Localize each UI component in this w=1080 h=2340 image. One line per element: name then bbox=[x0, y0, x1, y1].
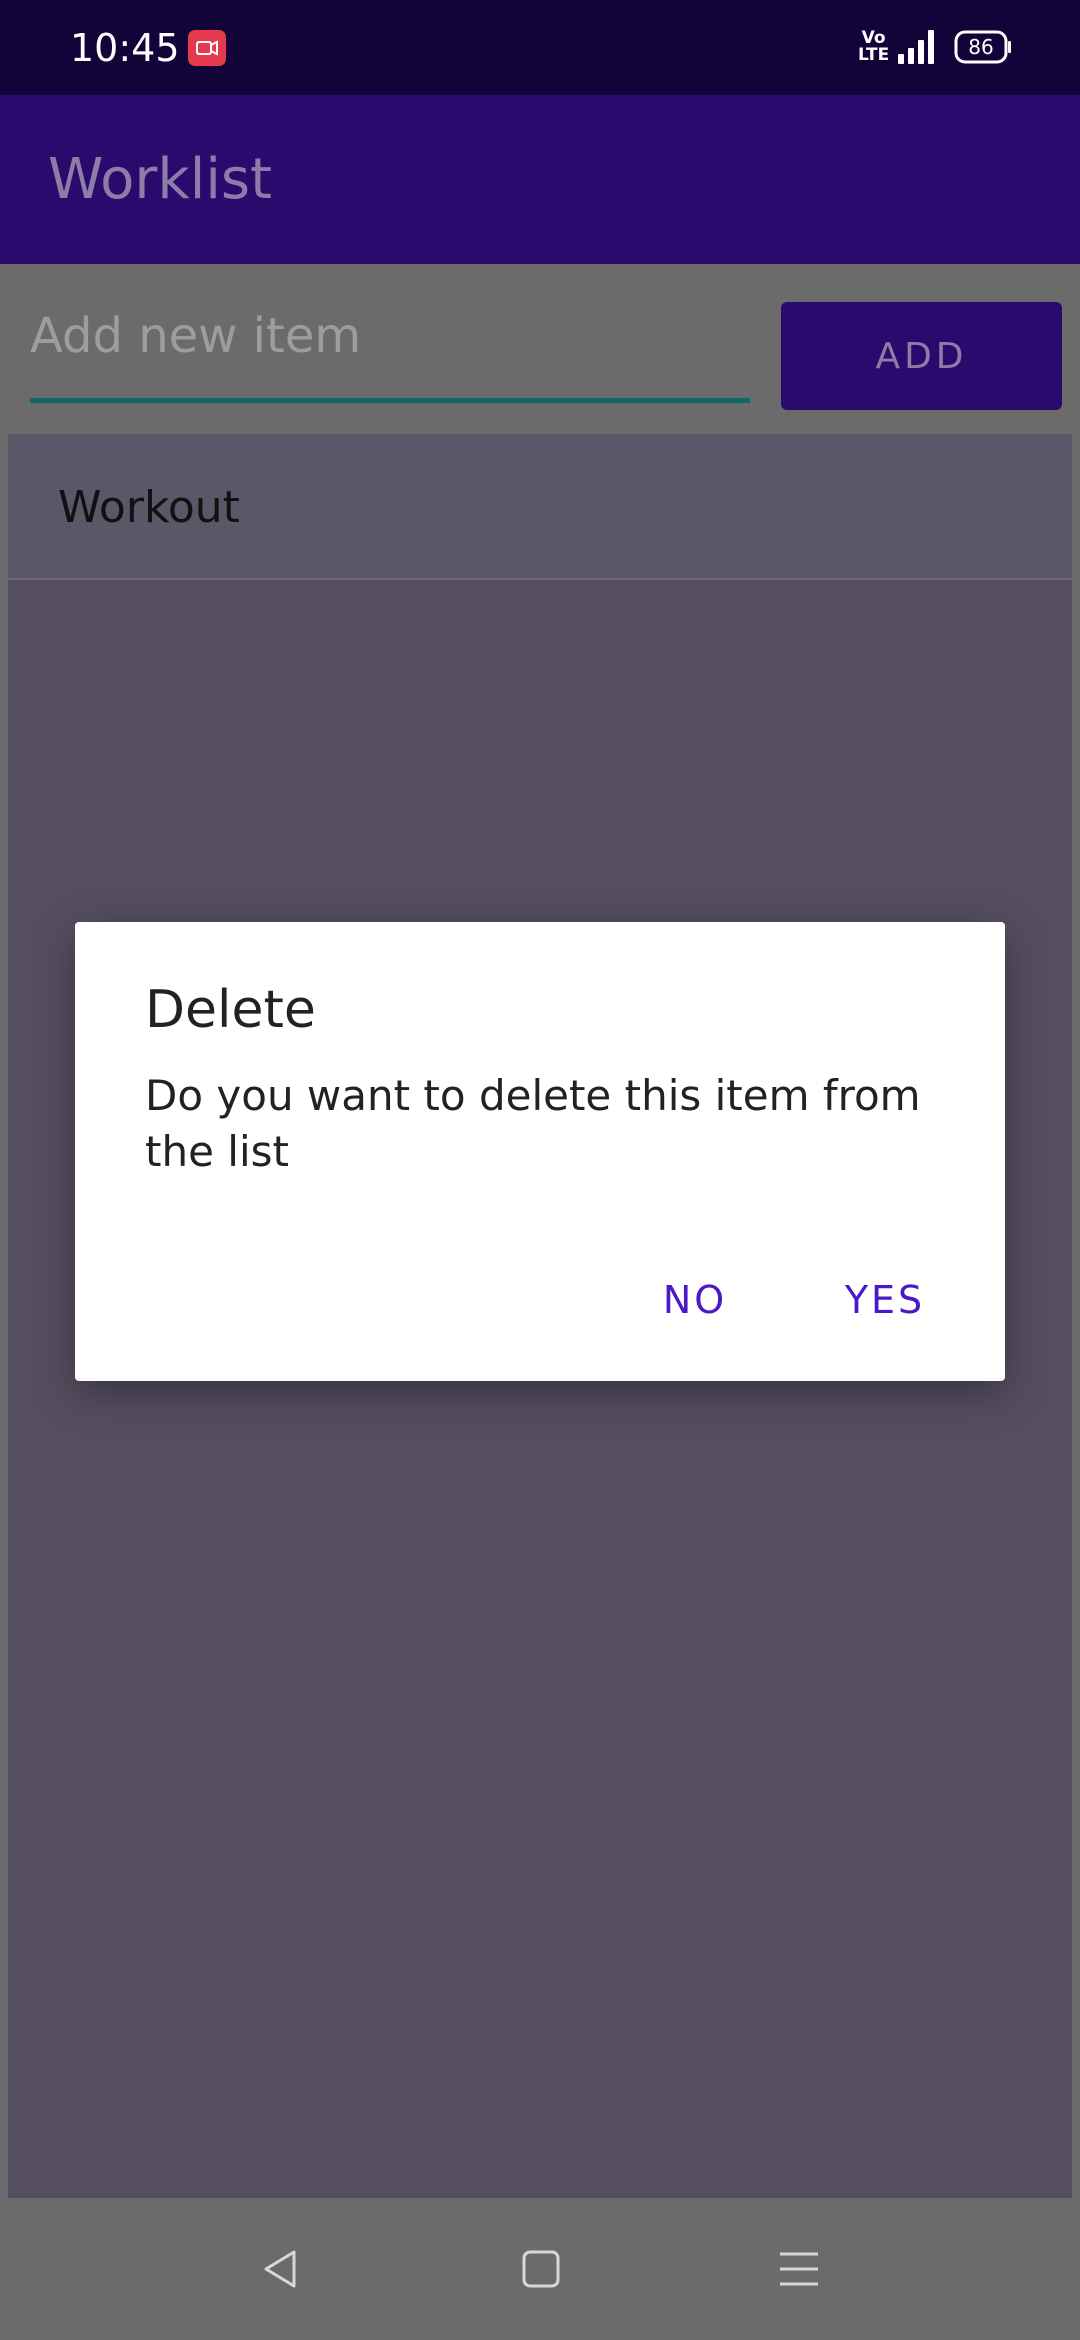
back-icon[interactable] bbox=[256, 2244, 306, 2294]
volte-bottom-label: LTE bbox=[858, 45, 890, 65]
status-time: 10:45 bbox=[70, 26, 180, 70]
list-item-label: Workout bbox=[58, 482, 240, 533]
add-button[interactable]: ADD bbox=[781, 302, 1062, 410]
app-bar: Worklist bbox=[0, 95, 1080, 264]
delete-dialog: Delete Do you want to delete this item f… bbox=[75, 922, 1005, 1381]
navigation-bar bbox=[0, 2198, 1080, 2340]
dialog-title: Delete bbox=[145, 980, 316, 1040]
new-item-input[interactable] bbox=[30, 306, 750, 366]
screen-record-icon bbox=[188, 30, 226, 66]
no-button[interactable]: NO bbox=[635, 1264, 755, 1336]
status-bar: 10:45 Vo LTE 86 bbox=[0, 0, 1080, 95]
home-icon[interactable] bbox=[516, 2244, 566, 2294]
list-item[interactable]: Workout bbox=[8, 434, 1072, 580]
yes-button[interactable]: YES bbox=[815, 1264, 955, 1336]
battery-level: 86 bbox=[968, 35, 994, 59]
app-title: Worklist bbox=[48, 147, 273, 212]
signal-icon bbox=[898, 30, 934, 64]
input-underline bbox=[30, 398, 750, 403]
input-row: ADD bbox=[0, 264, 1080, 434]
dialog-message: Do you want to delete this item from the… bbox=[145, 1071, 921, 1176]
volte-icon: Vo LTE bbox=[858, 30, 889, 64]
app-screen: 10:45 Vo LTE 86 Worklist ADD bbox=[0, 0, 1080, 2340]
menu-icon[interactable] bbox=[774, 2244, 824, 2294]
